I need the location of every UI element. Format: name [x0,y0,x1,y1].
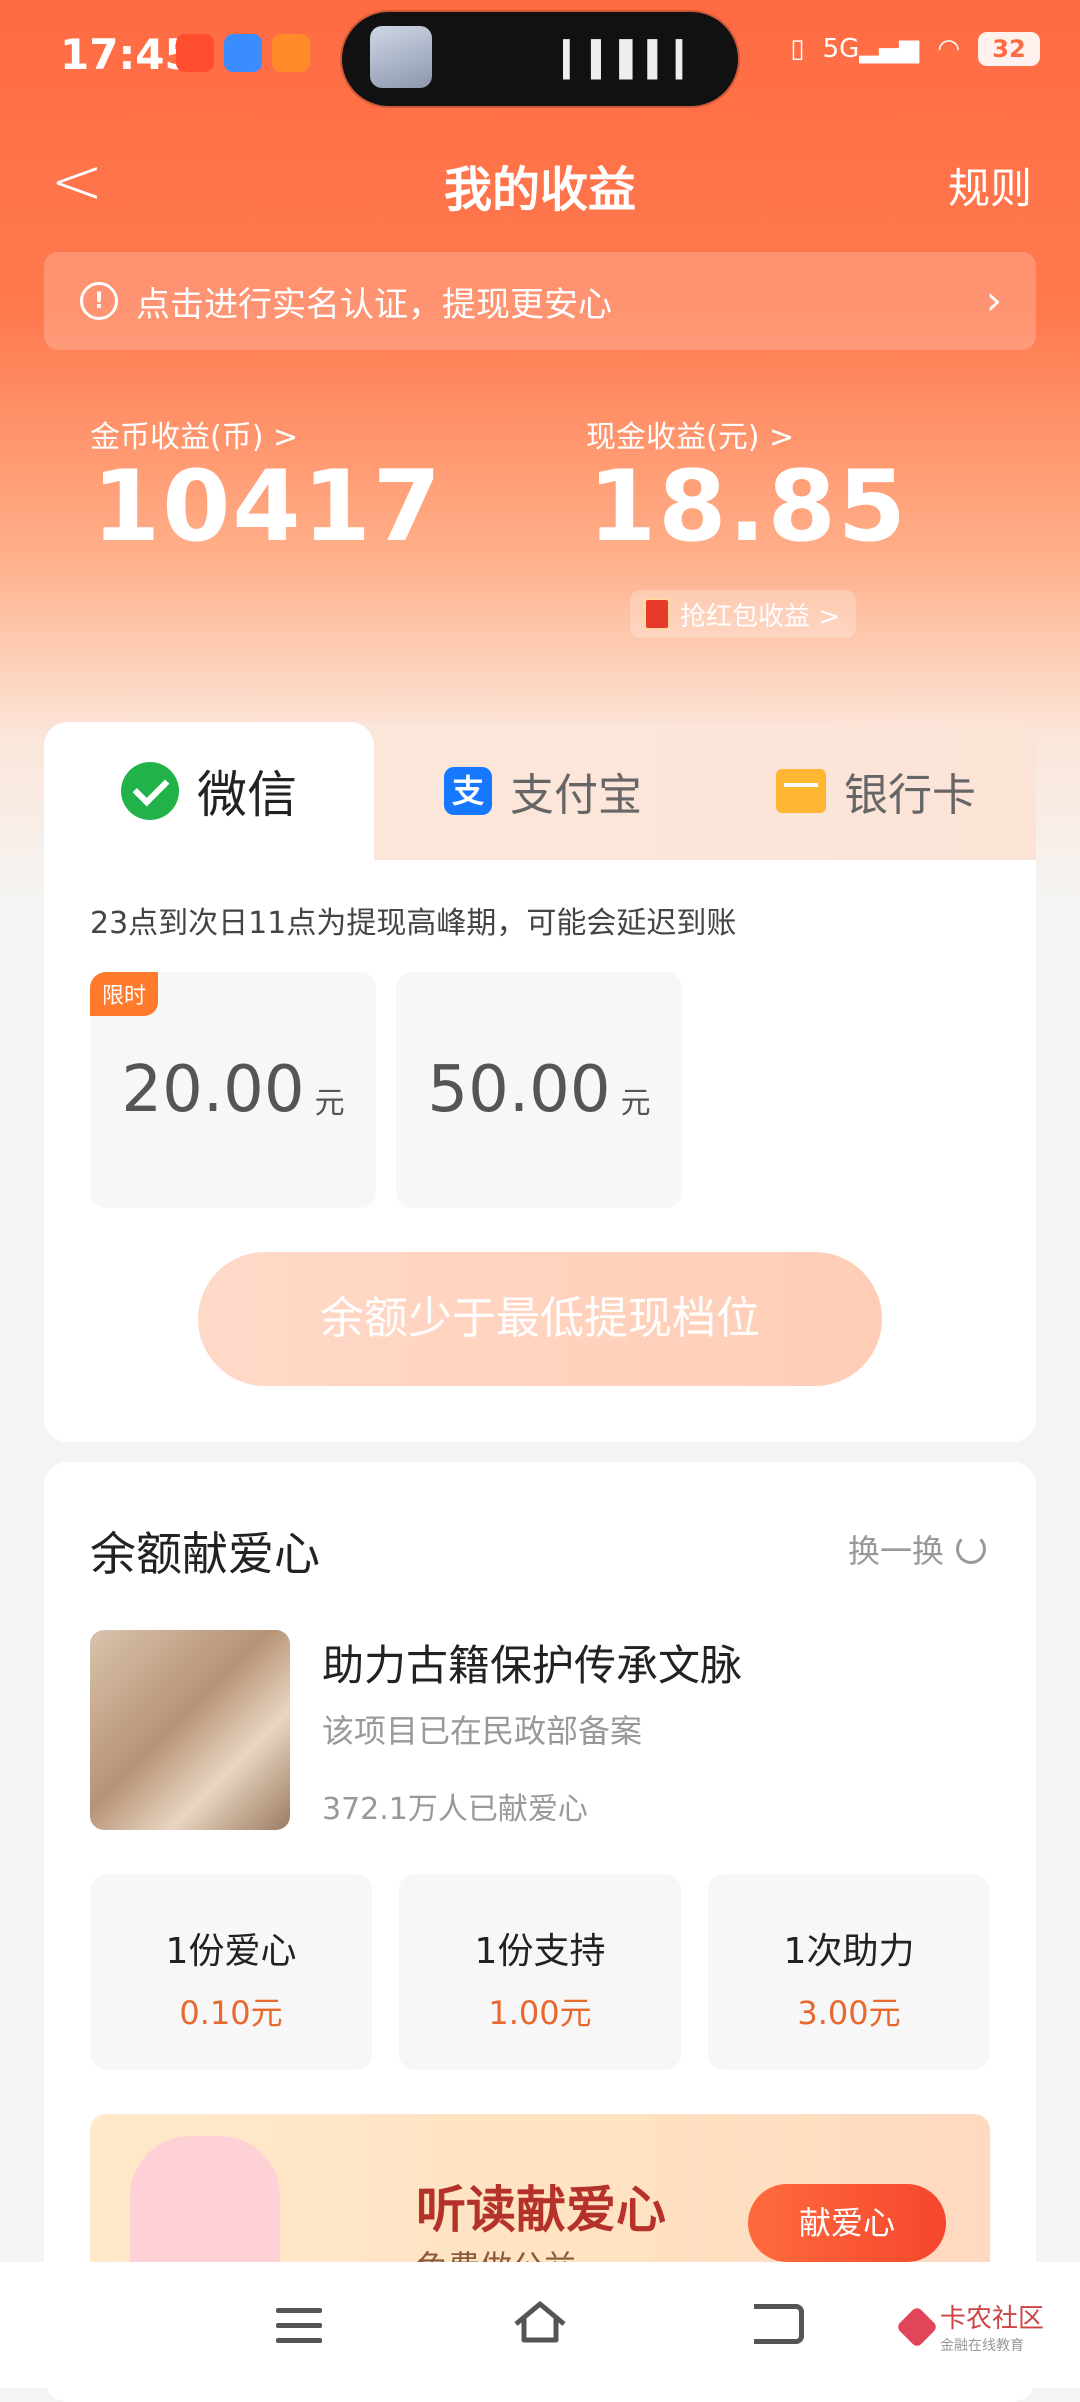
donation-option[interactable]: 1份支持 1.00元 [399,1874,681,2070]
watermark-text: 卡农社区 [939,2304,1044,2334]
audio-wave-icon: ▎▍▌▍▎ [563,40,704,80]
bank-card-icon [776,769,826,813]
avatar [370,26,432,88]
signal-icon: 5G▂▄▆ [822,34,920,64]
red-packet-icon [644,598,670,630]
back-nav-icon[interactable] [754,2304,804,2344]
system-nav-bar: 卡农社区 金融在线教育 [0,2262,1080,2388]
amount-value: 50.00 [427,1053,611,1127]
listen-donate-banner[interactable]: 听读献爱心 免费做公益 献爱心 [90,2114,990,2286]
project-donor-count: 372.1万人已献爱心 [322,1792,588,1827]
page-title: 我的收益 [443,162,636,218]
menu-icon[interactable] [276,2308,322,2353]
option-price: 3.00元 [797,1994,901,2032]
coin-earnings-value: 10417 [92,450,443,564]
app-notification-icon [176,34,214,72]
limited-badge: 限时 [90,972,159,1016]
rules-link[interactable]: 规则 [948,155,1032,216]
donation-option[interactable]: 1份爱心 0.10元 [90,1874,372,2070]
tab-wechat[interactable]: 微信 [44,722,374,860]
red-packet-earnings-button[interactable]: 抢红包收益 > [630,590,857,638]
wifi-icon: ◠ [937,34,960,64]
banner-title: 听读献爱心 [416,2181,666,2239]
donation-option[interactable]: 1次助力 3.00元 [708,1874,990,2070]
amount-option[interactable]: 50.00 元 [396,972,682,1208]
amount-value: 20.00 [121,1053,305,1127]
vibrate-icon: ▯ [790,34,805,64]
tab-bank-card[interactable]: 银行卡 [776,722,976,860]
home-icon[interactable] [512,2300,568,2344]
verification-notice[interactable]: ! 点击进行实名认证，提现更安心 › [44,252,1036,350]
project-subtitle: 该项目已在民政部备案 [322,1712,643,1750]
option-label: 1份爱心 [165,1931,297,1972]
dynamic-island[interactable]: ▎▍▌▍▎ [342,12,738,106]
tab-alipay[interactable]: 支 支付宝 [444,722,642,860]
status-indicators: ▯ 5G▂▄▆ ◠ 32 [790,32,1040,66]
project-thumbnail[interactable] [90,1630,290,1830]
watermark-logo: 卡农社区 金融在线教育 [895,2298,1044,2355]
app-notification-icon [224,34,262,72]
battery-icon: 32 [978,32,1040,66]
tab-label: 微信 [197,766,297,824]
red-packet-label: 抢红包收益 > [680,601,841,632]
amount-unit: 元 [620,1086,651,1121]
withdraw-button[interactable]: 余额少于最低提现档位 [198,1252,882,1386]
status-time: 17:45 [60,30,194,79]
tab-label: 银行卡 [844,770,976,821]
refresh-label: 换一换 [847,1532,944,1570]
project-title[interactable]: 助力古籍保护传承文脉 [322,1632,742,1693]
option-price: 1.00元 [488,1994,592,2032]
cash-earnings-value: 18.85 [588,450,908,564]
amount-unit: 元 [314,1086,345,1121]
refresh-button[interactable]: 换一换 [848,1526,986,1572]
notice-text: 点击进行实名认证，提现更安心 [136,284,612,325]
option-label: 1次助力 [783,1931,915,1972]
wechat-icon [121,762,179,820]
chevron-right-icon: › [986,278,1002,324]
payment-tabs: 微信 支 支付宝 银行卡 [44,722,1036,860]
kanong-logo-icon [895,2305,939,2348]
watermark-subtext: 金融在线教育 [939,2338,1024,2354]
tab-label: 支付宝 [510,770,642,821]
option-label: 1份支持 [474,1931,606,1972]
alipay-icon: 支 [444,767,492,815]
withdraw-card: 微信 支 支付宝 银行卡 23点到次日11点为提现高峰期，可能会延迟到账 限时 … [44,722,1036,1442]
option-price: 0.10元 [179,1994,283,2032]
amount-option[interactable]: 限时 20.00 元 [90,972,376,1208]
donate-button[interactable]: 献爱心 [748,2184,946,2262]
charity-card: 余额献爱心 换一换 助力古籍保护传承文脉 该项目已在民政部备案 372.1万人已… [44,1462,1036,2402]
section-title: 余额献爱心 [90,1527,320,1581]
refresh-icon [956,1534,986,1564]
withdraw-hint: 23点到次日11点为提现高峰期，可能会延迟到账 [90,906,737,941]
warning-icon: ! [80,282,118,320]
app-notification-icon [272,34,310,72]
